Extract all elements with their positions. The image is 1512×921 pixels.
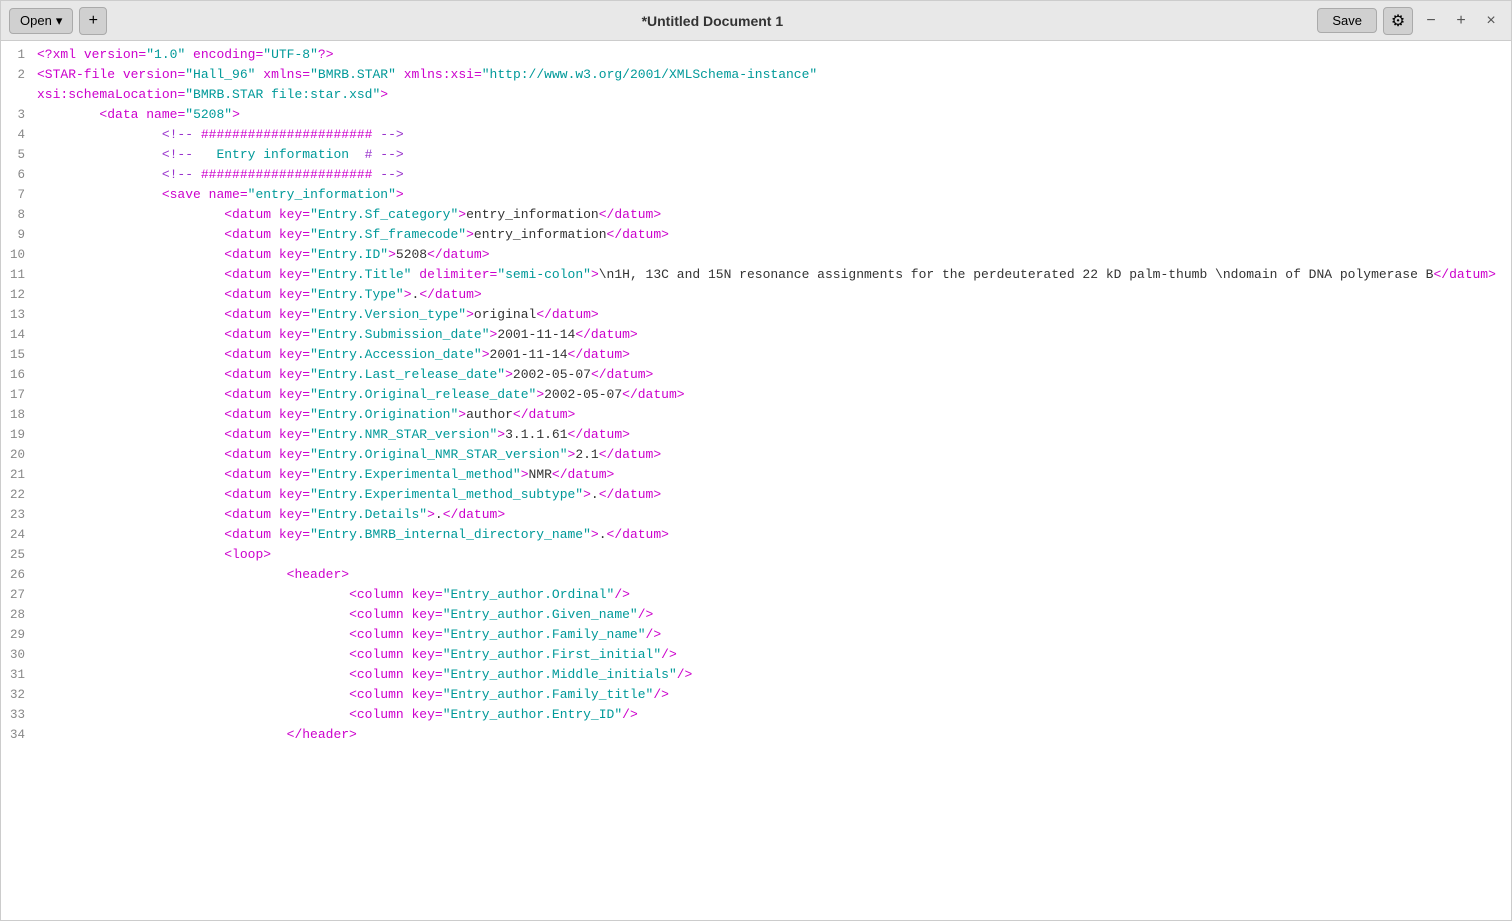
line-number: 9 [1,225,37,245]
line-number: 27 [1,585,37,605]
open-label: Open [20,13,52,28]
line-number: 33 [1,705,37,725]
minimize-button[interactable]: − [1419,9,1443,33]
code-line: 12 <datum key="Entry.Type">.</datum> [1,285,1511,305]
line-number: 29 [1,625,37,645]
new-tab-button[interactable]: + [79,7,107,35]
line-number: 3 [1,105,37,125]
line-number: 11 [1,265,37,285]
line-number: 15 [1,345,37,365]
line-number: 5 [1,145,37,165]
code-line: 22 <datum key="Entry.Experimental_method… [1,485,1511,505]
code-line: 18 <datum key="Entry.Origination">author… [1,405,1511,425]
line-number: 6 [1,165,37,185]
open-dropdown-icon: ▾ [56,13,63,29]
line-number: 21 [1,465,37,485]
maximize-icon: + [1456,12,1465,30]
line-number: 1 [1,45,37,65]
line-number: 26 [1,565,37,585]
code-line: 2 <STAR-file version="Hall_96" xmlns="BM… [1,65,1511,85]
line-number: 30 [1,645,37,665]
line-number: 34 [1,725,37,745]
line-number: 4 [1,125,37,145]
editor-area[interactable]: 1 <?xml version="1.0" encoding="UTF-8"?>… [1,41,1511,920]
line-number: 10 [1,245,37,265]
titlebar: Open ▾ + *Untitled Document 1 Save ⚙ − +… [1,1,1511,41]
line-number: 18 [1,405,37,425]
line-number: 24 [1,525,37,545]
settings-button[interactable]: ⚙ [1383,7,1413,35]
code-line: 30 <column key="Entry_author.First_initi… [1,645,1511,665]
line-number: 16 [1,365,37,385]
code-line: 19 <datum key="Entry.NMR_STAR_version">3… [1,425,1511,445]
line-number: 12 [1,285,37,305]
code-line: 6 <!-- ###################### --> [1,165,1511,185]
save-button[interactable]: Save [1317,8,1377,33]
line-number: 17 [1,385,37,405]
code-line: 31 <column key="Entry_author.Middle_init… [1,665,1511,685]
line-number: 31 [1,665,37,685]
code-line: 17 <datum key="Entry.Original_release_da… [1,385,1511,405]
code-line: 14 <datum key="Entry.Submission_date">20… [1,325,1511,345]
line-number: 23 [1,505,37,525]
code-line: 25 <loop> [1,545,1511,565]
code-line: 11 <datum key="Entry.Title" delimiter="s… [1,265,1511,285]
line-number: 7 [1,185,37,205]
code-line: 13 <datum key="Entry.Version_type">origi… [1,305,1511,325]
line-number: 28 [1,605,37,625]
code-line: 24 <datum key="Entry.BMRB_internal_direc… [1,525,1511,545]
code-line: 3 <data name="5208"> [1,105,1511,125]
code-line: 32 <column key="Entry_author.Family_titl… [1,685,1511,705]
line-number: 8 [1,205,37,225]
line-number: 20 [1,445,37,465]
open-button[interactable]: Open ▾ [9,8,73,34]
main-window: Open ▾ + *Untitled Document 1 Save ⚙ − +… [0,0,1512,921]
code-line: 29 <column key="Entry_author.Family_name… [1,625,1511,645]
code-line: 16 <datum key="Entry.Last_release_date">… [1,365,1511,385]
close-icon: × [1486,12,1495,30]
code-line: xsi:schemaLocation="BMRB.STAR file:star.… [1,85,1511,105]
code-line: 21 <datum key="Entry.Experimental_method… [1,465,1511,485]
document-title: *Untitled Document 1 [113,13,1311,29]
code-line: 9 <datum key="Entry.Sf_framecode">entry_… [1,225,1511,245]
code-line: 33 <column key="Entry_author.Entry_ID"/> [1,705,1511,725]
line-number: 22 [1,485,37,505]
line-number: 19 [1,425,37,445]
code-line: 15 <datum key="Entry.Accession_date">200… [1,345,1511,365]
maximize-button[interactable]: + [1449,9,1473,33]
line-number: 32 [1,685,37,705]
line-number: 25 [1,545,37,565]
code-line: 5 <!-- Entry information # --> [1,145,1511,165]
minimize-icon: − [1426,12,1435,30]
close-button[interactable]: × [1479,9,1503,33]
code-line: 1 <?xml version="1.0" encoding="UTF-8"?> [1,45,1511,65]
code-line: 27 <column key="Entry_author.Ordinal"/> [1,585,1511,605]
gear-icon: ⚙ [1391,11,1405,31]
code-line: 34 </header> [1,725,1511,745]
code-line: 26 <header> [1,565,1511,585]
line-number: 2 [1,65,37,85]
code-line: 7 <save name="entry_information"> [1,185,1511,205]
code-line: 20 <datum key="Entry.Original_NMR_STAR_v… [1,445,1511,465]
code-line: 28 <column key="Entry_author.Given_name"… [1,605,1511,625]
line-number: 13 [1,305,37,325]
line-number: 14 [1,325,37,345]
code-line: 23 <datum key="Entry.Details">.</datum> [1,505,1511,525]
code-line: 8 <datum key="Entry.Sf_category">entry_i… [1,205,1511,225]
code-line: 10 <datum key="Entry.ID">5208</datum> [1,245,1511,265]
code-line: 4 <!-- ###################### --> [1,125,1511,145]
